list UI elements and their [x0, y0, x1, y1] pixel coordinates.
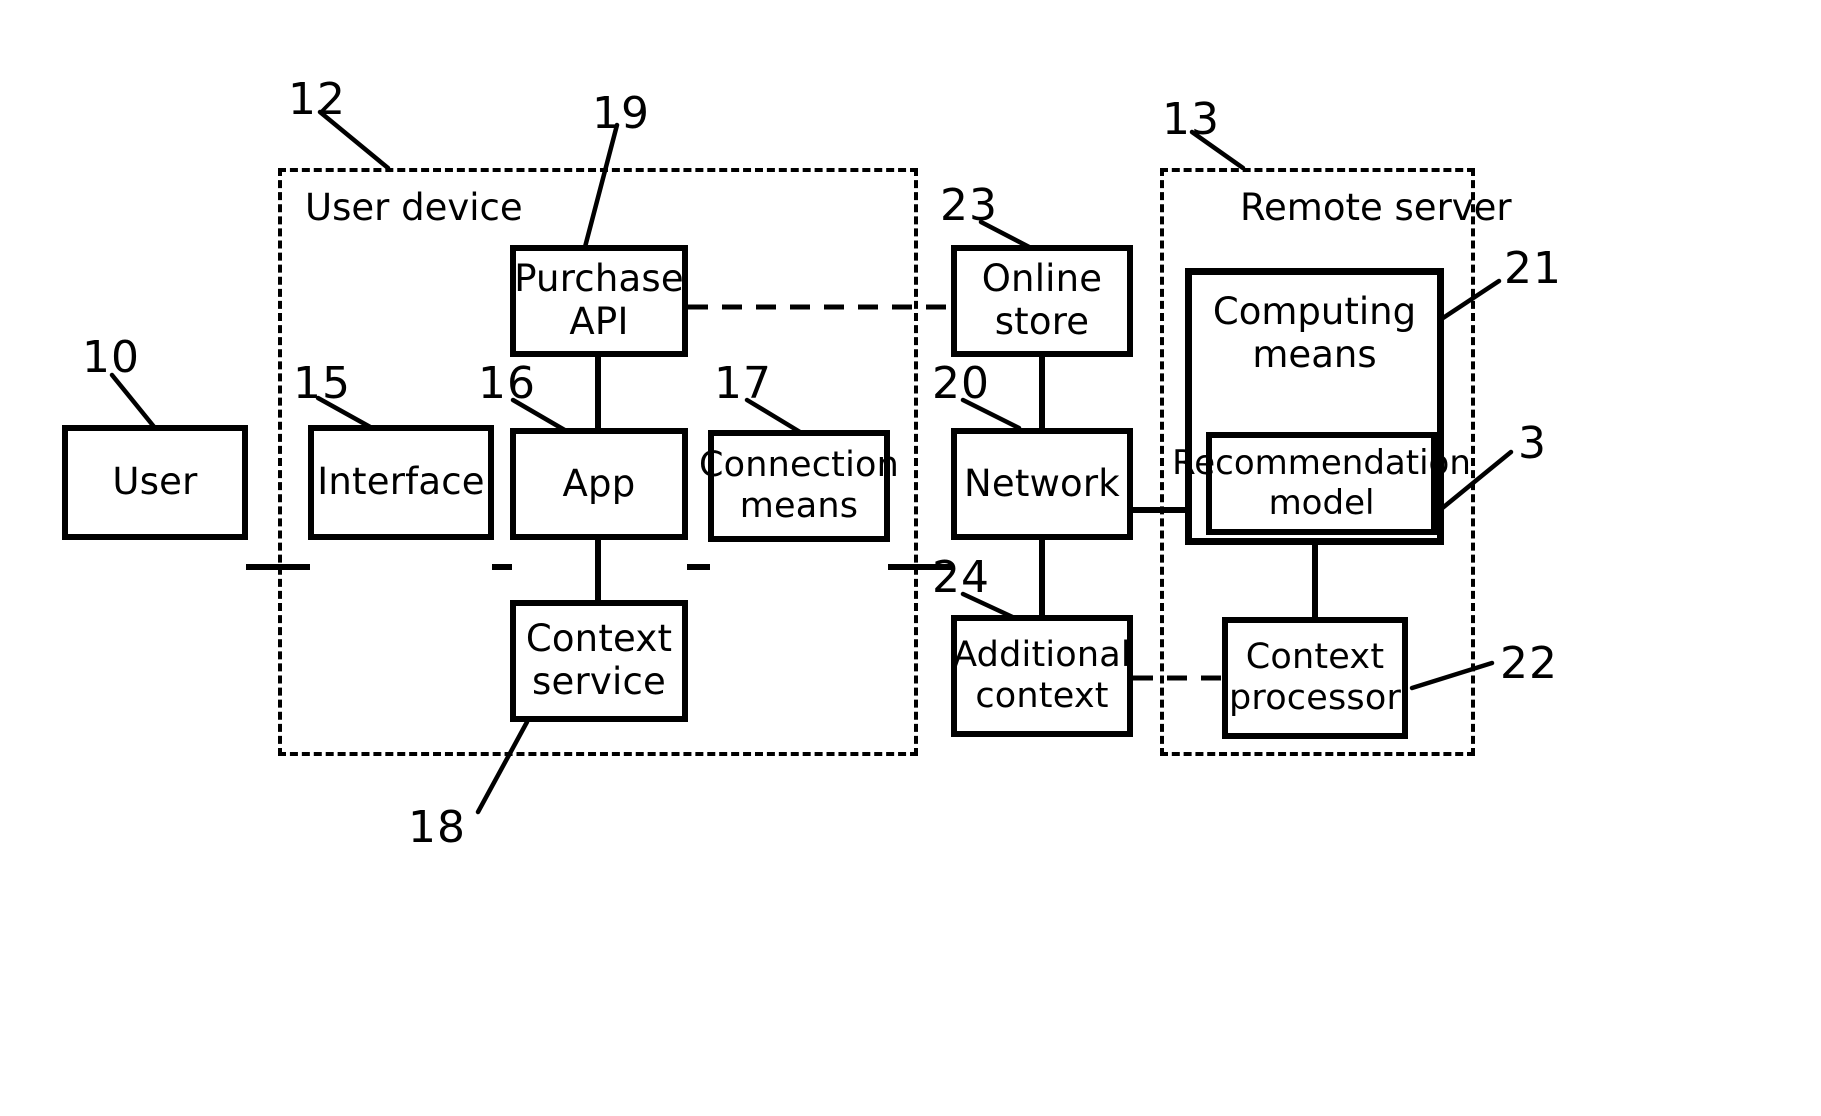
block-online-store[interactable]: Online store — [951, 245, 1133, 357]
refnum-22: 22 — [1500, 638, 1558, 689]
context-processor-line2: processor — [1228, 678, 1402, 718]
group-remote-server-label: Remote server — [1240, 186, 1512, 229]
block-context-service[interactable]: Context service — [510, 600, 688, 722]
additional-context-line2: context — [975, 676, 1109, 716]
block-recommendation-model[interactable]: Recommendation model — [1172, 432, 1471, 535]
block-connection-means[interactable]: Connection means — [699, 430, 899, 542]
block-network[interactable]: Network — [951, 428, 1133, 540]
refnum-19: 19 — [592, 88, 650, 139]
block-network-label: Network — [964, 461, 1120, 505]
purchase-api-line1: Purchase — [514, 257, 684, 301]
context-service-line2: service — [532, 660, 666, 703]
block-purchase-api[interactable]: Purchase API — [510, 245, 688, 357]
refnum-17: 17 — [714, 358, 772, 409]
refnum-10: 10 — [82, 332, 140, 383]
computing-means-line1: Computing — [1212, 290, 1417, 333]
block-user-label: User — [112, 460, 198, 504]
refnum-15: 15 — [293, 358, 351, 409]
block-context-processor-label: Context processor — [1229, 637, 1401, 718]
block-connection-means-label: Connection means — [699, 445, 899, 526]
block-computing-means[interactable]: Computing means Recommendation model — [1172, 268, 1471, 545]
refnum-12: 12 — [288, 74, 346, 125]
context-service-line1: Context — [525, 617, 673, 661]
block-app[interactable]: App — [510, 428, 688, 540]
refnum-24: 24 — [932, 552, 990, 603]
block-context-processor[interactable]: Context processor — [1222, 617, 1408, 739]
block-computing-means-label: Computing means — [1192, 290, 1437, 377]
purchase-api-line2: API — [569, 300, 629, 343]
computing-means-line2: means — [1252, 332, 1377, 376]
block-recommendation-model-label: Recommendation model — [1172, 443, 1471, 523]
recommendation-model-line2: model — [1268, 482, 1375, 523]
refnum-16: 16 — [478, 358, 536, 409]
block-additional-context-label: Additional context — [953, 635, 1131, 716]
context-processor-line1: Context — [1245, 637, 1385, 678]
additional-context-line1: Additional — [953, 635, 1131, 676]
refnum-18: 18 — [408, 802, 466, 853]
block-user[interactable]: User — [62, 425, 248, 540]
block-online-store-label: Online store — [981, 257, 1103, 344]
block-interface[interactable]: Interface — [308, 425, 494, 540]
block-app-label: App — [562, 461, 636, 505]
refnum-21: 21 — [1504, 243, 1562, 294]
connection-means-line2: means — [739, 486, 859, 526]
refnum-20: 20 — [932, 358, 990, 409]
figure-canvas: User device Remote server User Interface… — [0, 0, 1821, 1116]
connection-means-line1: Connection — [698, 445, 900, 486]
online-store-line2: store — [994, 300, 1090, 343]
block-additional-context[interactable]: Additional context — [951, 615, 1133, 737]
group-user-device-label: User device — [305, 186, 523, 229]
block-interface-label: Interface — [317, 460, 485, 504]
refnum-3: 3 — [1518, 418, 1547, 469]
recommendation-model-line1: Recommendation — [1172, 443, 1471, 484]
online-store-line1: Online — [981, 257, 1103, 301]
refnum-13: 13 — [1162, 94, 1220, 145]
refnum-23: 23 — [940, 180, 998, 231]
block-purchase-api-label: Purchase API — [514, 257, 684, 344]
block-context-service-label: Context service — [525, 617, 673, 704]
